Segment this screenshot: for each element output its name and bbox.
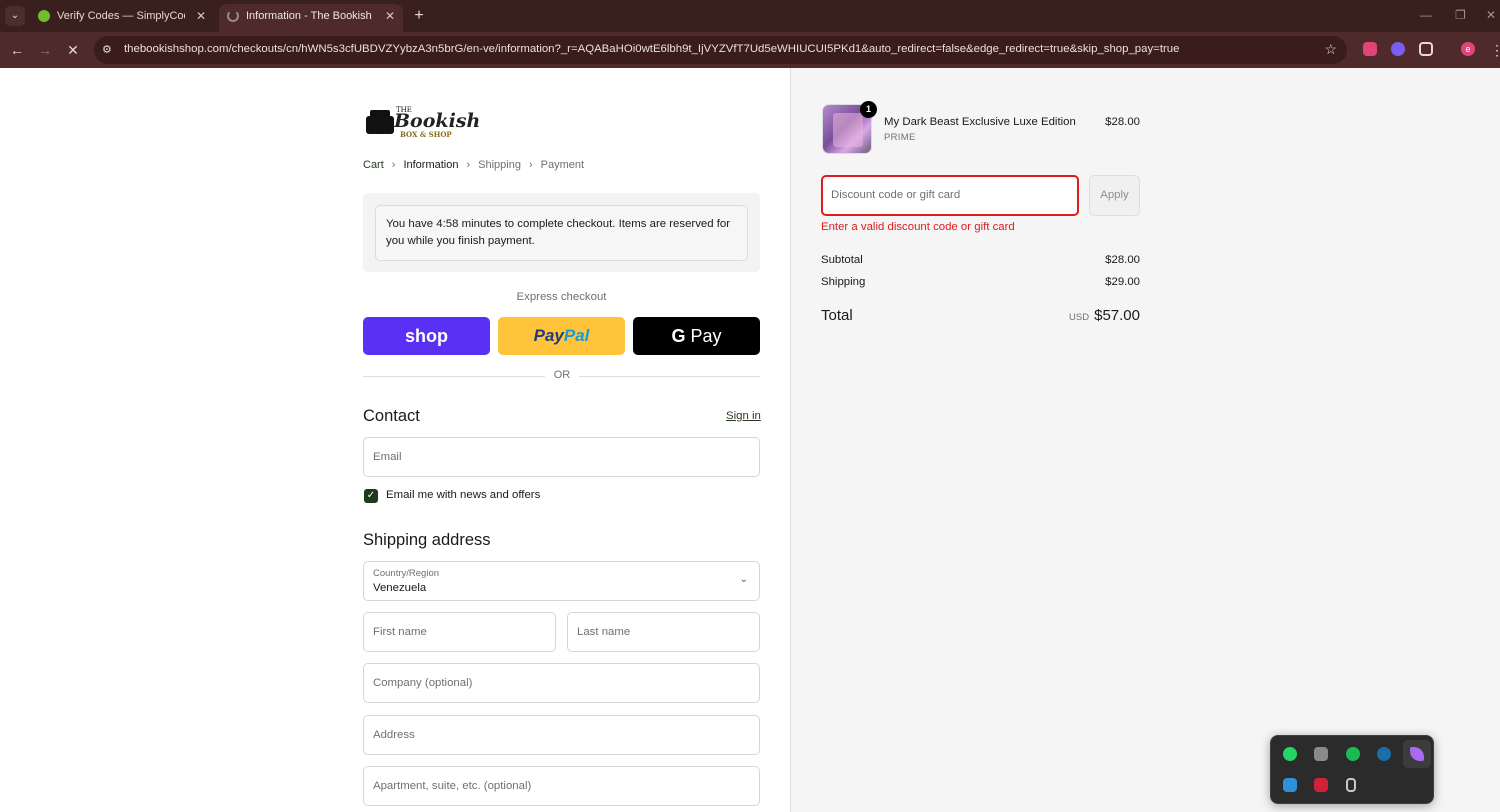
newsletter-checkbox[interactable]: ✓ xyxy=(364,489,378,503)
country-label: Country/Region xyxy=(373,568,440,579)
breadcrumb-payment: Payment xyxy=(540,159,585,171)
minimize-icon[interactable]: — xyxy=(1420,8,1432,22)
back-button[interactable]: ← xyxy=(8,41,26,59)
apply-discount-button[interactable]: Apply xyxy=(1089,175,1140,216)
total-label: Total xyxy=(821,307,853,324)
address-toolbar: ← → ✕ ⚙ thebookishshop.com/checkouts/cn/… xyxy=(0,32,1500,68)
window-close-icon[interactable]: ✕ xyxy=(1486,8,1496,22)
express-checkout-label: Express checkout xyxy=(516,291,607,303)
discount-error-message: Enter a valid discount code or gift card xyxy=(821,221,1015,233)
subtotal-row: Subtotal $28.00 xyxy=(821,254,1140,266)
paypal-button[interactable]: PayPal xyxy=(498,317,625,355)
breadcrumb: Cart › Information › Shipping › Payment xyxy=(363,159,584,171)
close-icon[interactable]: ✕ xyxy=(385,4,395,28)
forward-button[interactable]: → xyxy=(36,41,54,59)
subtotal-label: Subtotal xyxy=(821,254,863,266)
address-bar[interactable]: ⚙ thebookishshop.com/checkouts/cn/hWN5s3… xyxy=(94,36,1347,64)
chevron-right-icon: › xyxy=(391,159,396,171)
discount-code-input[interactable]: Discount code or gift card xyxy=(821,175,1079,216)
contact-heading: Contact xyxy=(363,407,420,425)
tab-bookish-shop[interactable]: Information - The Bookish Shop ✕ xyxy=(219,4,403,32)
amd-tray-icon[interactable] xyxy=(1314,778,1328,792)
product-price: $28.00 xyxy=(1105,116,1140,128)
restore-icon[interactable]: ❐ xyxy=(1455,8,1466,22)
company-placeholder: Company (optional) xyxy=(373,677,473,689)
email-placeholder: Email xyxy=(373,451,402,463)
stop-loading-button[interactable]: ✕ xyxy=(64,41,82,59)
reservation-notice-text: You have 4:58 minutes to complete checko… xyxy=(375,205,748,261)
usb-tray-icon[interactable] xyxy=(1346,778,1356,792)
apartment-placeholder: Apartment, suite, etc. (optional) xyxy=(373,780,532,792)
chevron-right-icon: › xyxy=(466,159,471,171)
bookmark-star-icon[interactable]: ☆ xyxy=(1324,41,1337,58)
checkout-page: THE Bookish BOX & SHOP Cart › Information ›… xyxy=(0,68,1500,812)
site-info-icon[interactable]: ⚙ xyxy=(102,43,116,57)
spotify-tray-icon[interactable] xyxy=(1346,747,1360,761)
breadcrumb-information: Information xyxy=(403,159,459,171)
tab-title: Verify Codes — SimplyCodes xyxy=(57,10,185,22)
company-field[interactable]: Company (optional) xyxy=(363,663,760,703)
total-amount: $57.00 xyxy=(1094,307,1140,324)
store-logo[interactable]: THE Bookish BOX & SHOP xyxy=(366,106,480,139)
notes-tray-icon[interactable] xyxy=(1314,747,1328,761)
paypal-label-a: Pay xyxy=(533,326,564,345)
subtotal-amount: $28.00 xyxy=(1105,254,1140,266)
new-tab-button[interactable]: + xyxy=(410,6,428,26)
tab-search-button[interactable]: ⌄ xyxy=(5,6,25,26)
tab-simplycodes[interactable]: Verify Codes — SimplyCodes ✕ xyxy=(30,4,214,32)
purple-extension-icon[interactable] xyxy=(1391,42,1405,56)
shield-extension-icon[interactable] xyxy=(1363,42,1377,56)
profile-avatar[interactable]: e xyxy=(1461,42,1475,56)
country-value: Venezuela xyxy=(373,582,427,594)
steam-tray-icon[interactable] xyxy=(1377,747,1391,761)
whatsapp-tray-icon[interactable] xyxy=(1283,747,1297,761)
first-name-placeholder: First name xyxy=(373,626,427,638)
google-pay-button[interactable]: G Pay xyxy=(633,317,760,355)
newsletter-label[interactable]: Email me with news and offers xyxy=(386,489,540,501)
close-icon[interactable]: ✕ xyxy=(196,4,206,28)
security-tray-icon[interactable] xyxy=(1283,778,1297,792)
address-field[interactable]: Address xyxy=(363,715,760,755)
shipping-amount: $29.00 xyxy=(1105,276,1140,288)
logo-word: Bookish xyxy=(394,110,481,132)
tab-strip: ⌄ Verify Codes — SimplyCodes ✕ Informati… xyxy=(0,0,1500,32)
chevron-right-icon: › xyxy=(528,159,533,171)
reservation-notice: You have 4:58 minutes to complete checko… xyxy=(363,193,760,272)
breadcrumb-shipping: Shipping xyxy=(478,159,521,171)
total-currency: USD xyxy=(1069,312,1090,323)
simplycodes-favicon-icon xyxy=(38,10,50,22)
last-name-placeholder: Last name xyxy=(577,626,631,638)
product-variant: PRIME xyxy=(884,132,916,143)
sign-in-link[interactable]: Sign in xyxy=(726,410,761,422)
or-divider-label: OR xyxy=(545,369,579,383)
puzzle-extension-icon[interactable] xyxy=(1419,42,1433,56)
tab-title: Information - The Bookish Shop xyxy=(246,10,374,22)
email-field[interactable]: Email xyxy=(363,437,760,477)
shipping-address-heading: Shipping address xyxy=(363,531,491,549)
last-name-field[interactable]: Last name xyxy=(567,612,760,652)
google-g-icon: G xyxy=(671,326,686,346)
logo-sub: BOX & SHOP xyxy=(400,130,452,139)
country-select[interactable]: Country/Region Venezuela ⌄ xyxy=(363,561,760,601)
apartment-field[interactable]: Apartment, suite, etc. (optional) xyxy=(363,766,760,806)
url-text[interactable]: thebookishshop.com/checkouts/cn/hWN5s3cf… xyxy=(124,43,1179,55)
typewriter-icon xyxy=(366,110,394,134)
tray-overflow-popup xyxy=(1270,735,1434,804)
shipping-label: Shipping xyxy=(821,276,866,288)
paypal-label-b: Pal xyxy=(563,326,590,345)
quantity-badge: 1 xyxy=(860,101,877,118)
discount-placeholder: Discount code or gift card xyxy=(831,189,961,201)
chevron-down-icon: ⌄ xyxy=(739,574,748,585)
shipping-row: Shipping $29.00 xyxy=(821,276,1140,288)
shop-pay-button[interactable]: shop xyxy=(363,317,490,355)
first-name-field[interactable]: First name xyxy=(363,612,556,652)
address-placeholder: Address xyxy=(373,729,415,741)
checkout-form-column: THE Bookish BOX & SHOP Cart › Information ›… xyxy=(0,68,790,812)
shop-pay-label: shop xyxy=(405,326,448,346)
product-name: My Dark Beast Exclusive Luxe Edition xyxy=(884,116,1076,128)
google-pay-label: Pay xyxy=(690,326,722,346)
browser-menu-icon[interactable]: ⋮ xyxy=(1488,41,1500,59)
breadcrumb-cart[interactable]: Cart xyxy=(363,159,384,171)
loading-favicon-icon xyxy=(227,10,239,22)
